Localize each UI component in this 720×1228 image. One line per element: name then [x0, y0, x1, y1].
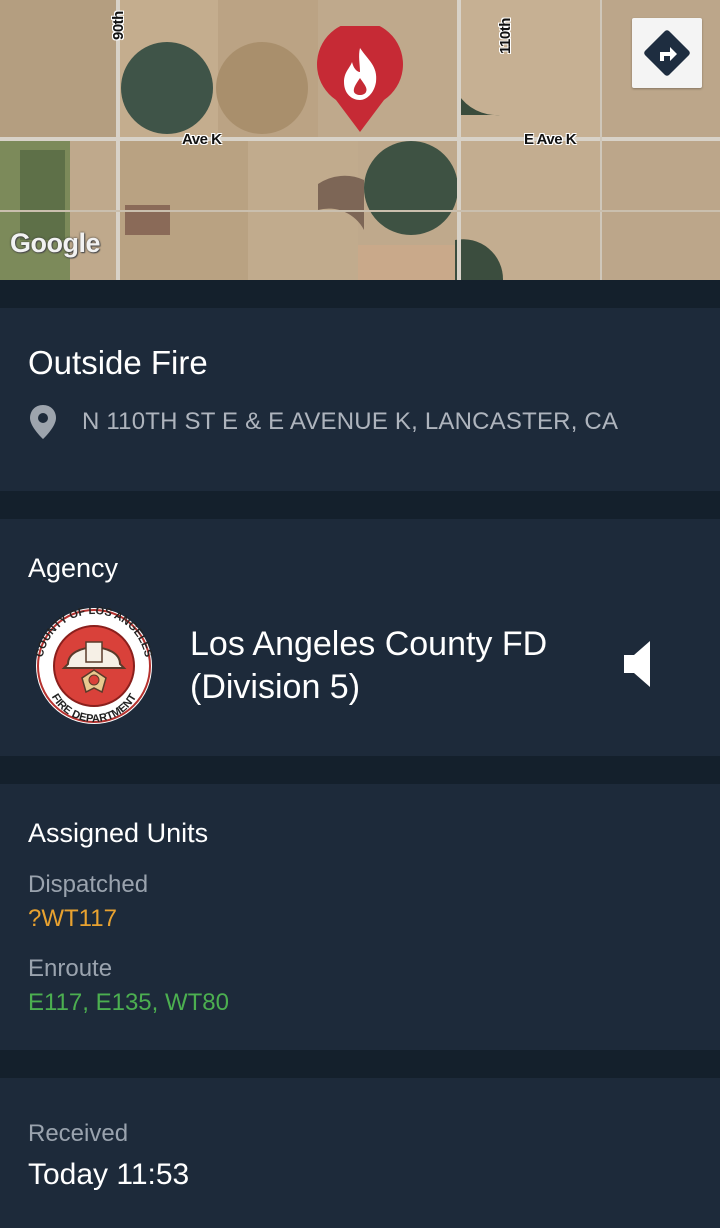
directions-icon [644, 30, 690, 76]
incident-map-pin[interactable] [316, 21, 404, 139]
agency-name: Los Angeles County FD (Division 5) [190, 625, 548, 706]
dispatched-label: Dispatched [28, 871, 149, 898]
incident-title: Outside Fire [28, 344, 208, 381]
address-text: N 110TH ST E & E AVENUE K, LANCASTER, CA [82, 408, 619, 435]
received-card: Received Today 11:53 [0, 1078, 720, 1228]
incident-card: Outside Fire N 110TH ST E & E AVENUE K, … [0, 308, 720, 491]
speaker-icon [624, 640, 650, 687]
incident-address[interactable]: N 110TH ST E & E AVENUE K, LANCASTER, CA [28, 404, 692, 440]
received-label: Received [28, 1120, 129, 1147]
received-time: Today 11:53 [28, 1158, 190, 1191]
enroute-label: Enroute [28, 955, 113, 982]
road-label-e-ave-k: E Ave K [524, 131, 577, 148]
enroute-units: E117, E135, WT80 [28, 989, 229, 1016]
agency-section-title: Agency [28, 553, 119, 583]
section-divider [0, 280, 720, 308]
lacofd-seal-logo: COUNTY OF LOS ANGELES FIRE DEPARTMENT [34, 605, 154, 725]
location-pin-icon [30, 405, 56, 439]
agency-row[interactable]: COUNTY OF LOS ANGELES FIRE DEPARTMENT Lo… [28, 604, 692, 728]
assigned-units-card: Assigned Units Dispatched ?WT117 Enroute… [0, 784, 720, 1050]
road-label-110th: 110th [497, 18, 514, 54]
assigned-units-title: Assigned Units [28, 818, 209, 848]
google-logo: Google [10, 228, 101, 258]
dispatched-units: ?WT117 [28, 905, 117, 932]
section-divider [0, 491, 720, 519]
road-label-ave-k: Ave K [182, 131, 222, 148]
incident-map[interactable]: 90th 110th Ave K E Ave K Google [0, 0, 720, 280]
fire-icon [317, 21, 403, 133]
agency-card: Agency COUNTY OF LOS ANGELES FIRE DEPART… [0, 519, 720, 756]
section-divider [0, 1050, 720, 1078]
section-divider [0, 756, 720, 784]
road-label-90th: 90th [110, 11, 127, 40]
directions-button[interactable] [632, 18, 702, 88]
audio-stream-button[interactable] [622, 639, 654, 694]
